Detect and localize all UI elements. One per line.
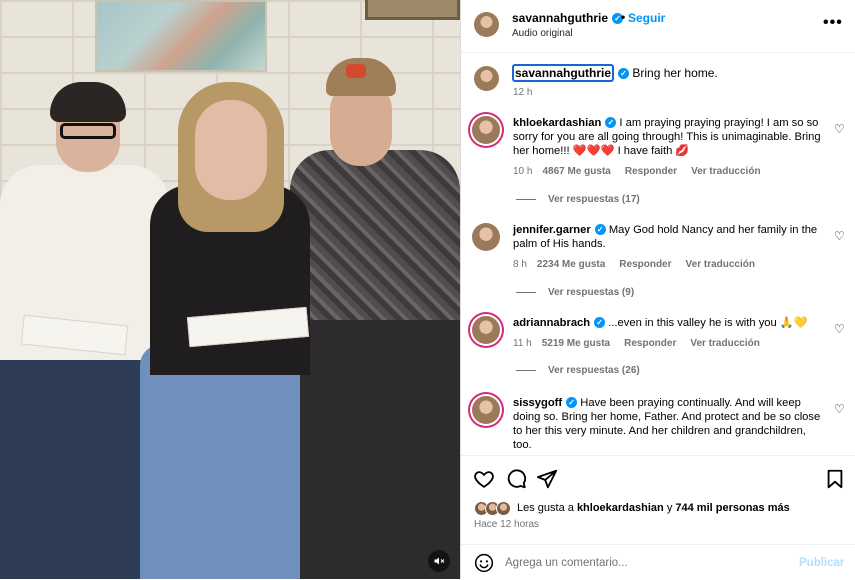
caption-author-avatar[interactable]	[474, 66, 499, 91]
likes-joiner: y	[666, 502, 673, 514]
commenter-avatar[interactable]	[472, 396, 500, 424]
verified-badge-icon: ✓	[594, 224, 606, 235]
comment-likes[interactable]: 2234 Me gusta	[537, 259, 605, 270]
view-replies-button[interactable]: Ver respuestas (9)	[516, 287, 634, 298]
verified-badge-icon: ✓	[594, 317, 606, 328]
reply-button[interactable]: Responder	[624, 338, 676, 349]
comment-body: jennifer.garner ✓ May God hold Nancy and …	[513, 223, 821, 251]
liker-username[interactable]: khloekardashian	[577, 502, 664, 514]
emoji-icon[interactable]	[474, 553, 494, 573]
post-video[interactable]	[0, 0, 460, 579]
comment-time[interactable]: 8 h	[513, 259, 527, 270]
like-comment-heart-icon[interactable]: ♡	[834, 229, 845, 243]
share-icon[interactable]	[536, 468, 558, 490]
comment-time[interactable]: 11 h	[513, 338, 532, 349]
likes-others-count[interactable]: 744 mil personas más	[675, 502, 789, 514]
commenter-avatar[interactable]	[472, 316, 500, 344]
comment-body: khloekardashian ✓ I am praying praying pr…	[513, 116, 821, 158]
separator-dot: •	[621, 10, 626, 24]
muted-speaker-icon[interactable]	[428, 550, 450, 572]
translate-button[interactable]: Ver traducción	[690, 338, 759, 349]
reply-button[interactable]: Responder	[619, 259, 671, 270]
verified-badge-icon: ✓	[605, 117, 617, 128]
caption-timestamp[interactable]: 12 h	[513, 87, 532, 98]
comment-likes[interactable]: 4867 Me gusta	[542, 166, 610, 177]
caption-username[interactable]: savannahguthrie	[512, 64, 615, 82]
commenter-avatar[interactable]	[472, 223, 500, 251]
author-username-text[interactable]: savannahguthrie	[512, 11, 608, 25]
heart-icon[interactable]	[473, 468, 495, 490]
audio-link[interactable]: Audio original	[512, 28, 573, 39]
comment-meta: 8 h 2234 Me gusta Responder Ver traducción	[513, 259, 769, 270]
verified-badge-icon: ✓	[566, 397, 578, 408]
comment-text: ...even in this valley he is with you 🙏💛	[608, 317, 808, 329]
picture-frame	[365, 0, 460, 20]
more-options-icon[interactable]: •••	[823, 14, 843, 32]
post-side-panel: savannahguthrie ✓ • Seguir Audio original…	[460, 0, 855, 579]
comment-icon[interactable]	[505, 468, 527, 490]
like-comment-heart-icon[interactable]: ♡	[834, 402, 845, 416]
view-replies-button[interactable]: Ver respuestas (17)	[516, 194, 640, 205]
wall-painting	[95, 0, 267, 72]
post-actions: Les gusta a khloekardashian y 744 mil pe…	[461, 455, 855, 579]
commenter-username[interactable]: adriannabrach	[513, 317, 590, 329]
commenter-avatar[interactable]	[472, 116, 500, 144]
translate-button[interactable]: Ver traducción	[686, 259, 755, 270]
like-comment-heart-icon[interactable]: ♡	[834, 322, 845, 336]
likes-summary[interactable]: Les gusta a khloekardashian y 744 mil pe…	[474, 501, 844, 517]
likes-prefix: Les gusta a	[517, 502, 574, 514]
comment-likes[interactable]: 5219 Me gusta	[542, 338, 610, 349]
view-replies-button[interactable]: Ver respuestas (26)	[516, 365, 640, 376]
like-comment-heart-icon[interactable]: ♡	[834, 122, 845, 136]
publish-button[interactable]: Publicar	[799, 557, 844, 569]
comment-body: sissygoff ✓ Have been praying continually…	[513, 396, 821, 452]
author-avatar[interactable]	[474, 12, 499, 37]
reply-button[interactable]: Responder	[625, 166, 677, 177]
verified-badge-icon: ✓	[618, 68, 630, 79]
translate-button[interactable]: Ver traducción	[691, 166, 760, 177]
author-username[interactable]: savannahguthrie ✓	[512, 11, 624, 25]
comment-input[interactable]	[505, 551, 785, 575]
comment-time[interactable]: 10 h	[513, 166, 532, 177]
comment-body: adriannabrach ✓ ...even in this valley he…	[513, 316, 821, 330]
caption-text: savannahguthrie ✓ Bring her home.	[512, 64, 842, 82]
caption-body: Bring her home.	[632, 66, 718, 80]
follow-button[interactable]: Seguir	[628, 11, 665, 25]
liker-avatar	[496, 501, 511, 516]
add-comment-bar: Publicar	[461, 544, 855, 580]
commenter-username[interactable]: jennifer.garner	[513, 224, 591, 236]
post-timestamp[interactable]: Hace 12 horas	[474, 519, 539, 530]
comment-meta: 10 h 4867 Me gusta Responder Ver traducción	[513, 166, 775, 177]
comment-meta: 11 h 5219 Me gusta Responder Ver traducción	[513, 338, 774, 349]
post-header: savannahguthrie ✓ • Seguir Audio original…	[461, 0, 855, 53]
commenter-username[interactable]: khloekardashian	[513, 117, 601, 129]
likes-text: Les gusta a khloekardashian y 744 mil pe…	[517, 502, 790, 514]
commenter-username[interactable]: sissygoff	[513, 397, 562, 409]
bookmark-icon[interactable]	[824, 468, 846, 490]
